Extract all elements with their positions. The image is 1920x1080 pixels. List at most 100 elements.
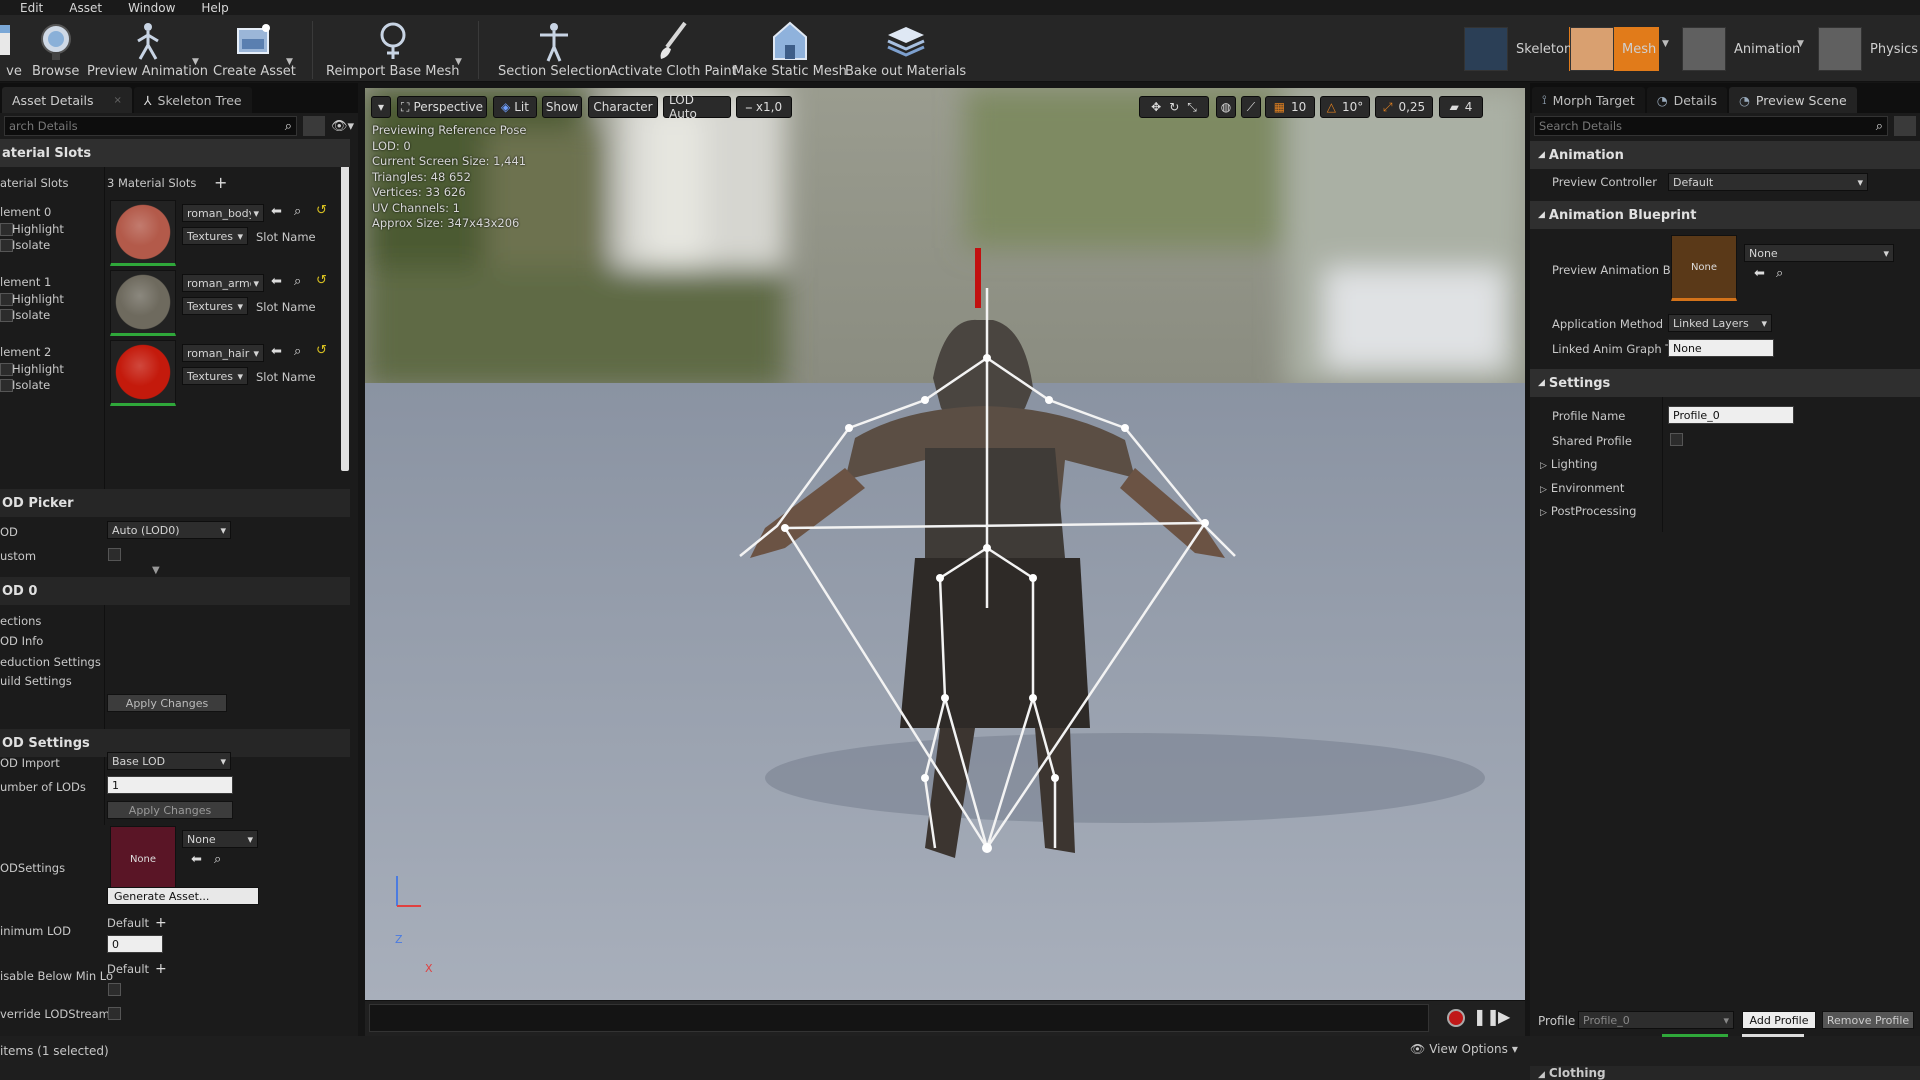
tab-morph-target[interactable]: ⟟ Morph Target [1532,87,1645,113]
reset-icon[interactable]: ↺ [316,203,327,218]
physics-mode-button[interactable]: Physics [1818,25,1918,73]
lod-settings-thumbnail[interactable]: None [110,826,176,892]
browse-asset-icon[interactable]: ⌕ [294,204,301,219]
tab-preview-scene[interactable]: ◔ Preview Scene [1729,87,1857,113]
playback-speed-button[interactable]: ⎯ x1,0 [736,96,792,118]
use-selected-arrow-icon[interactable]: ⬅ [1754,266,1765,281]
shared-profile-checkbox[interactable] [1670,433,1683,446]
animation-mode-button[interactable]: Animation [1682,25,1800,73]
use-selected-arrow-icon[interactable]: ⬅ [271,344,282,359]
material-thumbnail[interactable] [110,270,176,336]
reset-icon[interactable]: ↺ [316,273,327,288]
menu-window[interactable]: Window [128,1,175,15]
browse-asset-icon[interactable]: ⌕ [294,344,301,359]
animation-blueprint-header[interactable]: ◢ Animation Blueprint [1530,201,1920,229]
remove-profile-button[interactable]: Remove Profile [1822,1011,1914,1029]
linked-anim-graph-tag-input[interactable]: None [1668,339,1774,357]
apply-changes-button[interactable]: Apply Changes [107,694,227,712]
menu-edit[interactable]: Edit [20,1,43,15]
tab-details[interactable]: ◔ Details [1646,87,1727,113]
generate-asset-button[interactable]: Generate Asset... [107,887,259,905]
override-lod-streaming-checkbox[interactable] [108,1007,121,1020]
material-thumbnail[interactable] [110,200,176,266]
application-method-select[interactable]: Linked Layers ▾ [1668,314,1772,332]
custom-lod-checkbox[interactable] [108,548,121,561]
profile-name-input[interactable]: Profile_0 [1668,406,1794,424]
add-platform-override-icon[interactable]: + [155,915,167,931]
make-static-mesh-button[interactable]: Make Static Mesh [733,19,847,79]
save-button[interactable]: ve [0,19,36,79]
record-icon[interactable] [1447,1009,1465,1027]
preview-animation-dropdown-icon[interactable]: ▼ [192,57,199,67]
create-asset-button[interactable]: Create Asset [213,19,296,79]
skeleton-mode-button[interactable]: Skeleton [1464,25,1572,73]
step-forward-icon[interactable]: ▶ [1498,1007,1510,1026]
character-button[interactable]: Character [588,96,658,118]
surface-snap-toggle[interactable]: ⟋ [1241,96,1261,118]
material-slots-header[interactable]: aterial Slots [0,139,350,167]
add-platform-override-icon-2[interactable]: + [155,961,167,977]
lod-auto-button[interactable]: LOD Auto [663,93,731,121]
lit-button[interactable]: ◈ Lit [493,96,537,118]
lod-settings-asset-select[interactable]: None ▾ [182,830,258,848]
lod-import-select[interactable]: Base LOD ▾ [107,752,231,770]
browse-asset-icon[interactable]: ⌕ [294,274,301,289]
clothing-section-header[interactable]: ◢ Clothing [1530,1066,1920,1080]
add-profile-button[interactable]: Add Profile [1742,1011,1816,1029]
bake-materials-button[interactable]: Bake out Materials [845,19,966,79]
tab-asset-details[interactable]: Asset Details × [2,87,132,113]
details-search-input[interactable]: arch Details ⌕ [4,116,297,136]
view-grid-icon[interactable] [1894,116,1916,136]
material-thumbnail[interactable] [110,340,176,406]
textures-dropdown[interactable]: Textures ▾ [182,227,248,245]
use-selected-arrow-icon[interactable]: ⬅ [271,204,282,219]
camera-speed-control[interactable]: ▰ 4 [1439,96,1483,118]
grid-snap-control[interactable]: ▦ 10 [1265,96,1315,118]
apply-changes-button-2[interactable]: Apply Changes [107,801,233,819]
reimport-dropdown-icon[interactable]: ▼ [455,57,462,67]
mesh-mode-button[interactable]: Mesh [1570,25,1656,73]
material-select[interactable]: roman_armor▾ [182,274,264,292]
anim-blueprint-select[interactable]: None ▾ [1744,244,1894,262]
preview-viewport[interactable]: ▾ ⛶ Perspective ◈ Lit Show Character LOD A… [365,88,1525,1000]
settings-section-header[interactable]: ◢ Settings [1530,369,1920,397]
anim-blueprint-thumbnail[interactable]: None [1671,235,1737,301]
show-button[interactable]: Show [542,96,582,118]
browse-asset-icon[interactable]: ⌕ [214,852,221,867]
animation-section-header[interactable]: ◢ Animation [1530,141,1920,169]
eye-icon[interactable]: 👁▾ [331,119,354,134]
textures-dropdown[interactable]: Textures ▾ [182,297,248,315]
profile-select[interactable]: Profile_0 ▾ [1578,1011,1734,1029]
world-local-toggle[interactable]: ◍ [1216,96,1236,118]
textures-dropdown[interactable]: Textures ▾ [182,367,248,385]
rotation-snap-control[interactable]: △ 10° [1320,96,1370,118]
postprocessing-group[interactable]: ▷ PostProcessing [1540,504,1920,518]
scale-snap-control[interactable]: ⤢ 0,25 [1375,96,1433,118]
browse-button[interactable]: Browse [32,19,79,79]
mesh-mode-dropdown-icon[interactable]: ▼ [1662,39,1669,49]
section-selection-button[interactable]: Section Selection [498,19,610,79]
pause-icon[interactable]: ❚❚ [1473,1007,1500,1026]
menu-help[interactable]: Help [201,1,228,15]
num-lods-input[interactable]: 1 [107,776,233,794]
view-options-button[interactable]: 👁 View Options ▾ [1410,1042,1518,1056]
tab-skeleton-tree[interactable]: ⅄ Skeleton Tree [133,87,252,113]
use-selected-arrow-icon[interactable]: ⬅ [191,852,202,867]
animation-mode-dropdown-icon[interactable]: ▼ [1797,39,1804,49]
preview-animation-button[interactable]: Preview Animation [87,19,208,79]
reset-icon[interactable]: ↺ [316,343,327,358]
transform-tools[interactable]: ✥ ↻ ⤡ [1139,96,1209,118]
add-slot-icon[interactable]: + [214,173,227,192]
lod-picker-header[interactable]: OD Picker [0,489,350,517]
reimport-button[interactable]: Reimport Base Mesh [326,19,460,79]
material-select[interactable]: roman_body ▾ [182,204,264,222]
lod-select[interactable]: Auto (LOD0) ▾ [107,521,231,539]
perspective-button[interactable]: ⛶ Perspective [397,96,487,118]
expand-arrow-icon[interactable]: ▼ [152,565,160,576]
create-asset-dropdown-icon[interactable]: ▼ [286,57,293,67]
use-selected-arrow-icon[interactable]: ⬅ [271,274,282,289]
view-grid-icon[interactable] [302,116,325,136]
material-select[interactable]: roman_hair ▾ [182,344,264,362]
min-lod-input[interactable]: 0 [107,935,163,953]
timeline-scrubber[interactable] [369,1004,1429,1032]
